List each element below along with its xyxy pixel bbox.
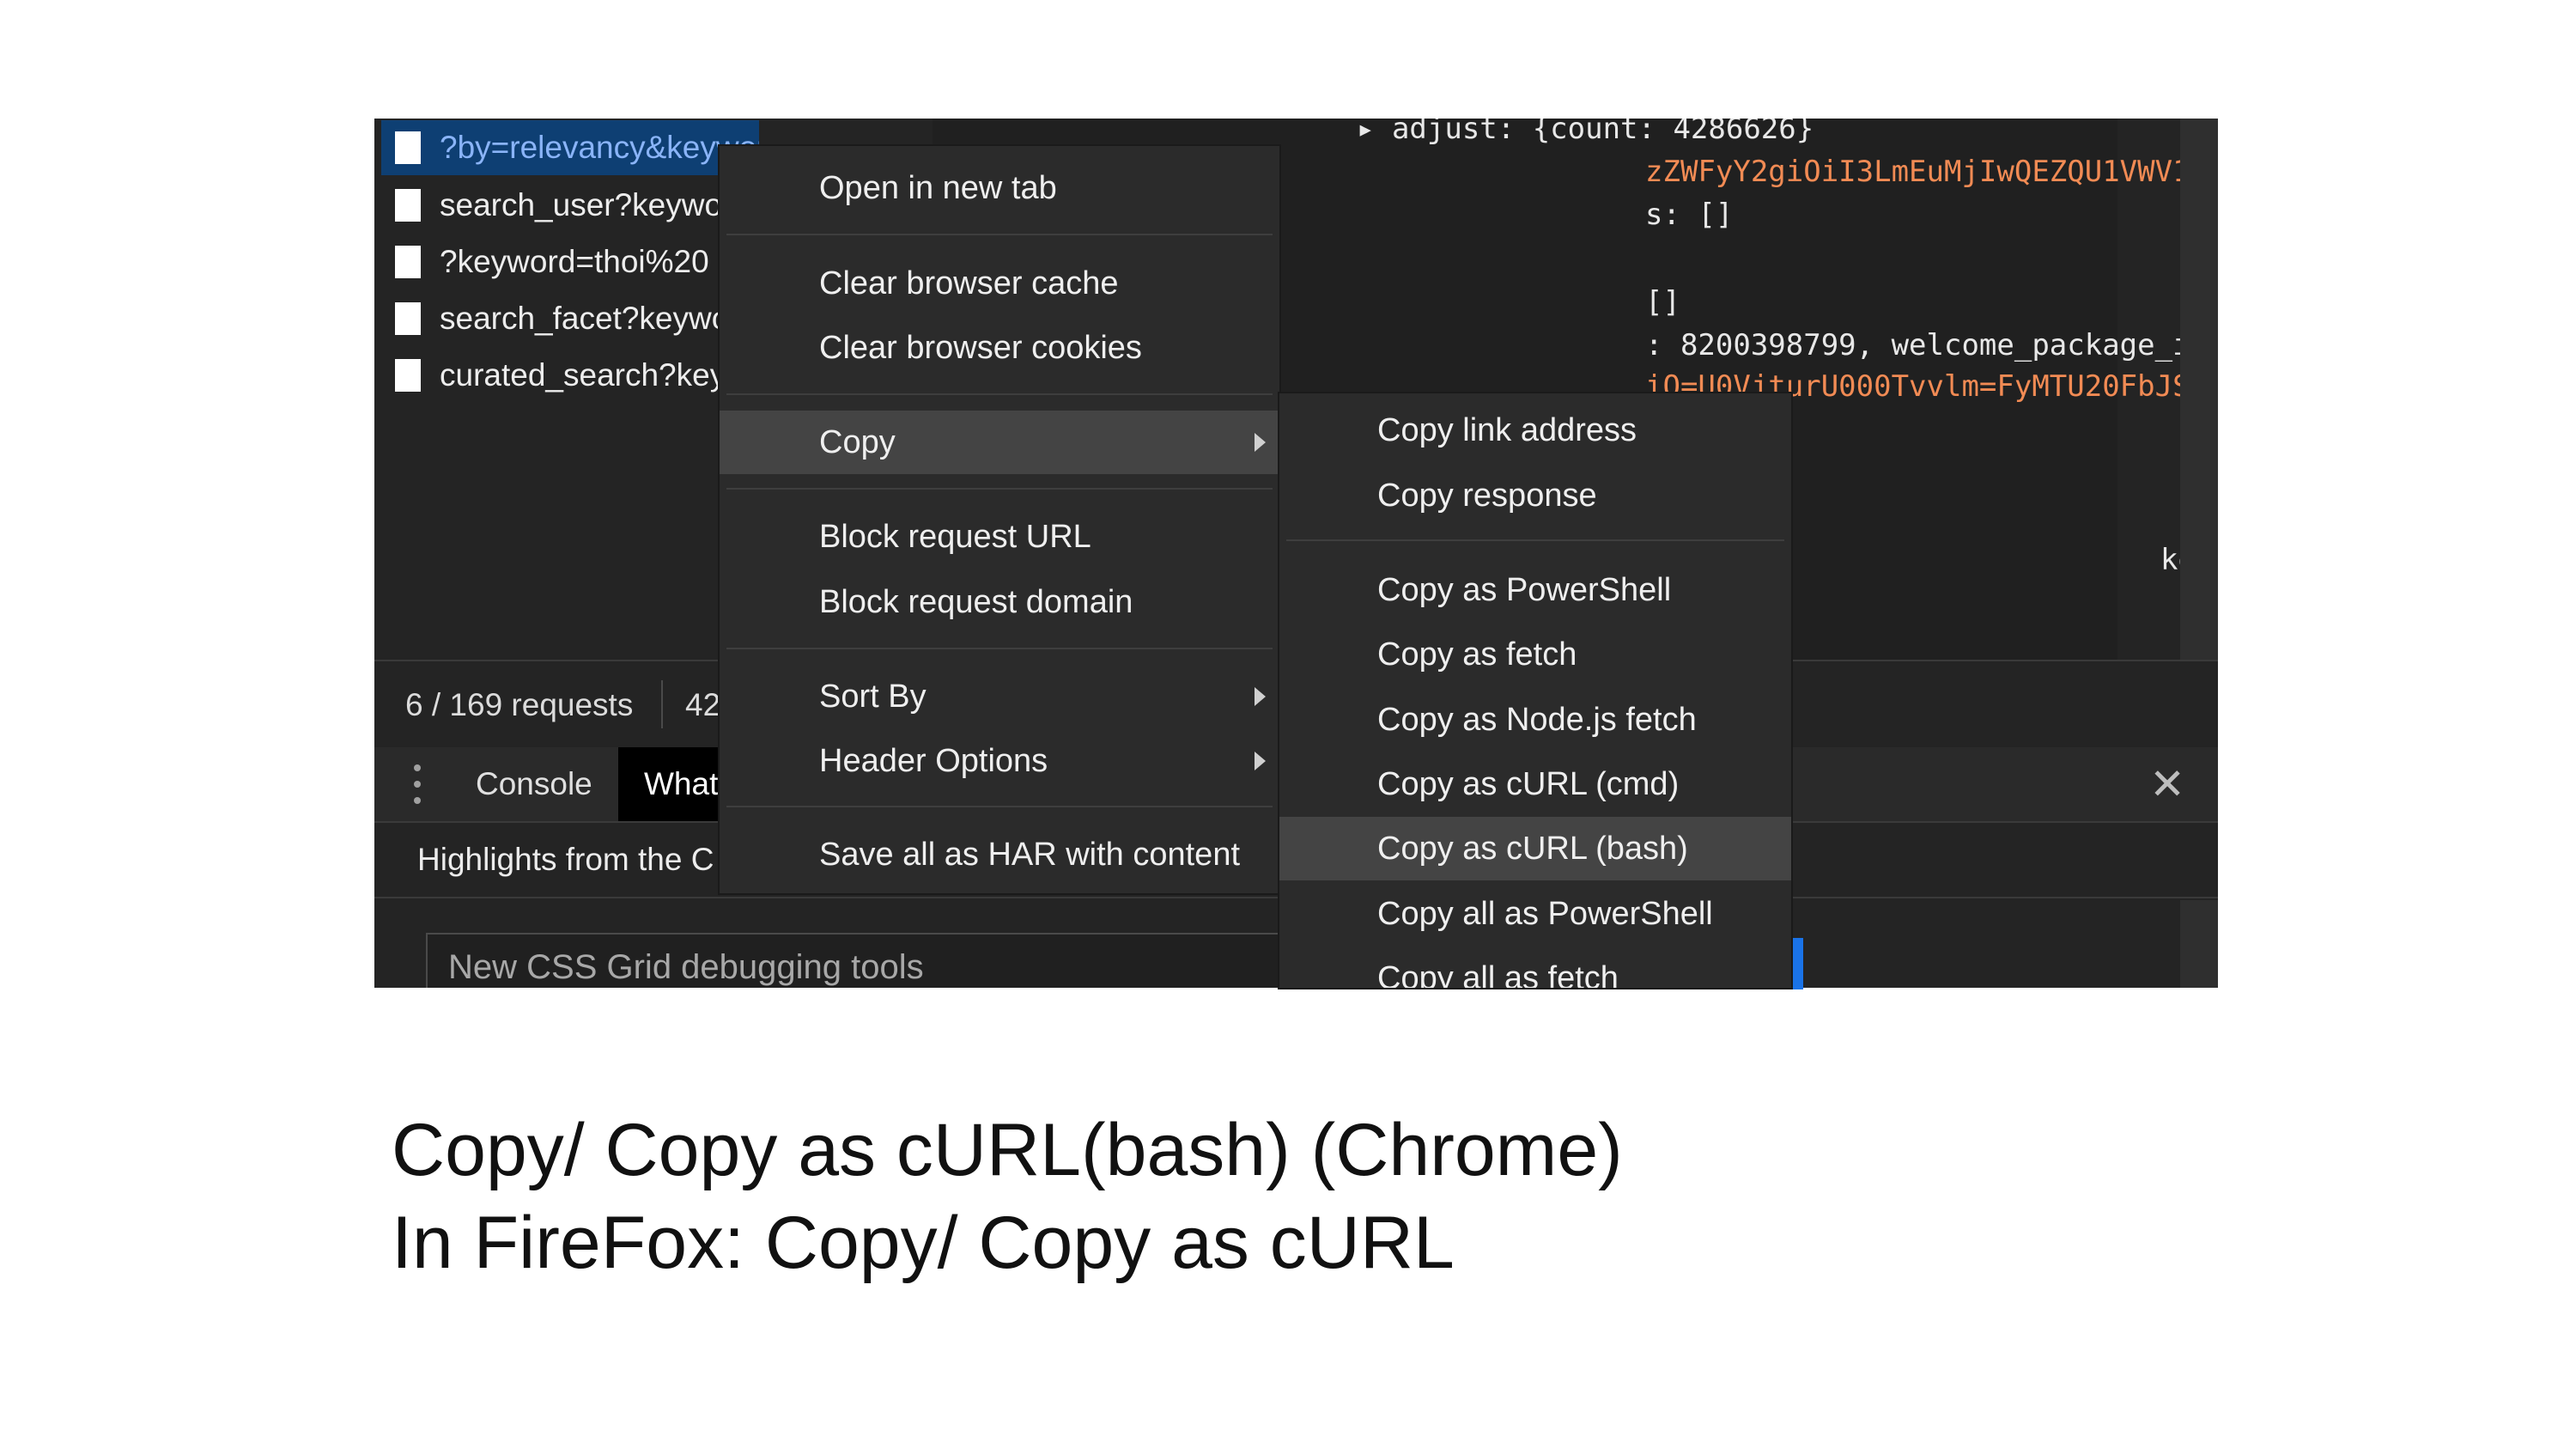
request-name: ?keyword=thoi%20: [440, 244, 709, 279]
request-row[interactable]: ?keyword=thoi%20: [381, 234, 759, 289]
menu-item-copy-all-as-fetch[interactable]: Copy all as fetch: [1279, 947, 1791, 989]
menu-item-copy-as-curl-cmd[interactable]: Copy as cURL (cmd): [1279, 752, 1791, 816]
request-name: search_user?keyword: [440, 187, 750, 222]
menu-item-label: Sort By: [819, 678, 927, 715]
request-list: ?by=relevancy&keyword=thoi search_user?k…: [374, 119, 759, 660]
code-line: []: [1645, 285, 1680, 320]
code-line: zZWFyY2giOiI3LmEuMjIwQEZQU1VWV1haYWQwIiw…: [1645, 155, 2218, 189]
request-count: 6 / 169 requests: [405, 687, 634, 722]
submenu-arrow-icon: [1255, 433, 1266, 452]
caption-line-chrome: Copy/ Copy as cURL(bash) (Chrome): [392, 1109, 1623, 1191]
menu-item-block-domain[interactable]: Block request domain: [720, 570, 1279, 634]
menu-item-header-options[interactable]: Header Options: [720, 729, 1279, 793]
context-menu: Open in new tab Clear browser cache Clea…: [720, 146, 1279, 893]
menu-item-clear-cache[interactable]: Clear browser cache: [720, 252, 1279, 315]
scrollbar[interactable]: [2180, 119, 2218, 660]
menu-separator: [726, 648, 1273, 649]
menu-item-block-url[interactable]: Block request URL: [720, 505, 1279, 569]
menu-item-copy-as-powershell[interactable]: Copy as PowerShell: [1279, 558, 1791, 622]
menu-item-copy-as-curl-bash[interactable]: Copy as cURL (bash): [1279, 817, 1791, 880]
request-row[interactable]: search_user?keyword: [381, 178, 759, 233]
menu-item-copy-response[interactable]: Copy response: [1279, 464, 1791, 527]
menu-separator: [726, 393, 1273, 395]
request-row[interactable]: curated_search?keyword: [381, 348, 759, 403]
menu-item-sort-by[interactable]: Sort By: [720, 665, 1279, 728]
news-item[interactable]: New CSS Grid debugging tools: [426, 933, 1285, 988]
request-name: ?by=relevancy&keyword=thoi: [440, 130, 759, 165]
code-line: : 8200398799, welcome_package_info: null…: [1645, 328, 2218, 362]
row-checkbox[interactable]: [395, 359, 421, 392]
tab-console[interactable]: Console: [476, 747, 592, 821]
menu-separator: [726, 806, 1273, 807]
menu-item-save-har[interactable]: Save all as HAR with content: [720, 823, 1279, 886]
submenu-arrow-icon: [1255, 687, 1266, 706]
code-line: s: []: [1645, 198, 1734, 232]
menu-item-copy-as-nodejs-fetch[interactable]: Copy as Node.js fetch: [1279, 688, 1791, 752]
menu-separator: [1286, 539, 1784, 541]
more-tabs-icon[interactable]: [414, 764, 421, 804]
menu-separator: [726, 234, 1273, 235]
scrollbar[interactable]: [2180, 900, 2218, 988]
caption-line-firefox: In FireFox: Copy/ Copy as cURL: [392, 1202, 1455, 1284]
menu-item-copy[interactable]: Copy: [720, 411, 1279, 474]
row-checkbox[interactable]: [395, 302, 421, 335]
request-name: curated_search?keyword: [440, 357, 759, 393]
menu-item-copy-all-as-powershell[interactable]: Copy all as PowerShell: [1279, 882, 1791, 946]
copy-submenu: Copy link address Copy response Copy as …: [1279, 393, 1791, 988]
status-divider: [661, 680, 663, 728]
transferred-size: 42: [685, 687, 721, 722]
row-checkbox[interactable]: [395, 246, 421, 278]
menu-item-open-in-new-tab[interactable]: Open in new tab: [720, 156, 1279, 220]
menu-item-copy-as-fetch[interactable]: Copy as fetch: [1279, 623, 1791, 686]
row-checkbox[interactable]: [395, 131, 421, 164]
close-icon[interactable]: ✕: [2149, 759, 2185, 809]
menu-item-label: Copy: [819, 423, 896, 460]
submenu-arrow-icon: [1255, 752, 1266, 770]
request-name: search_facet?keyword: [440, 301, 758, 336]
menu-item-label: Header Options: [819, 742, 1048, 779]
menu-item-copy-link-address[interactable]: Copy link address: [1279, 399, 1791, 462]
code-line: ▸ adjust: {count: 4286626}: [1357, 119, 1814, 146]
request-row[interactable]: ?by=relevancy&keyword=thoi: [381, 120, 759, 175]
highlights-title: Highlights from the C: [417, 842, 714, 877]
row-checkbox[interactable]: [395, 189, 421, 222]
request-row[interactable]: search_facet?keyword: [381, 291, 759, 346]
menu-separator: [726, 488, 1273, 490]
menu-item-clear-cookies[interactable]: Clear browser cookies: [720, 316, 1279, 380]
caption: Copy/ Copy as cURL(bash) (Chrome) In Fir…: [392, 1104, 1623, 1289]
